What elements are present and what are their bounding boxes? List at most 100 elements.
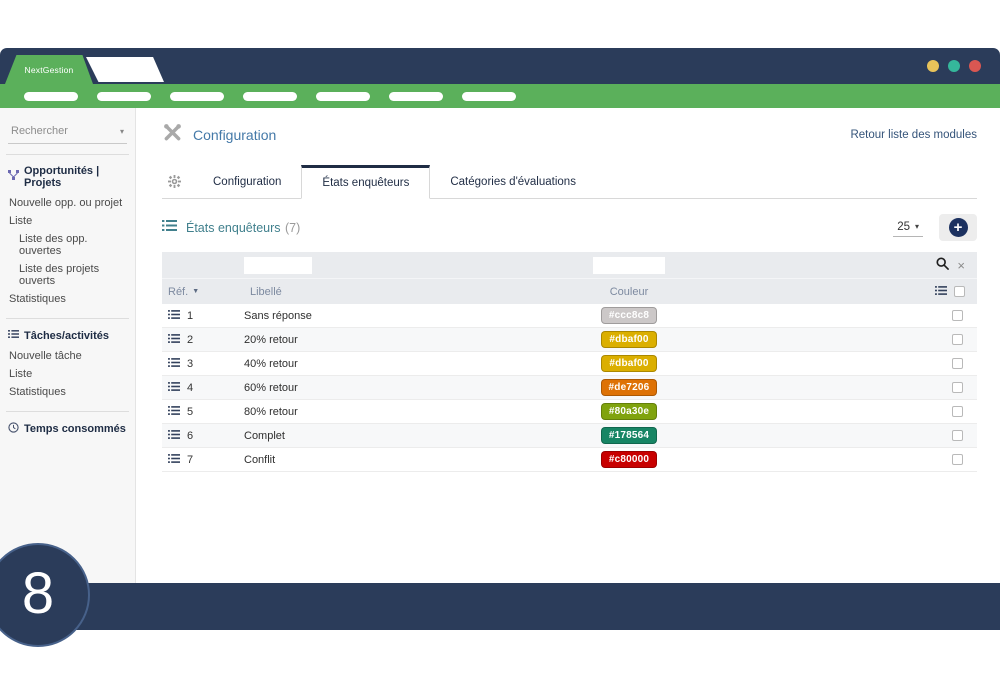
window-controls	[927, 60, 981, 72]
main-panel: Configuration Retour liste des modules C…	[136, 108, 1000, 583]
filter-couleur-input[interactable]	[593, 257, 665, 274]
row-handle-icon[interactable]	[168, 453, 180, 467]
row-checkbox[interactable]	[952, 358, 963, 369]
row-handle-icon[interactable]	[168, 333, 180, 347]
page-size-select[interactable]: 25 ▾	[893, 219, 923, 237]
row-label: 80% retour	[244, 406, 544, 418]
tab-categories-evaluations[interactable]: Catégories d'évaluations	[430, 165, 596, 198]
sidebar-item-statistiques-taches[interactable]: Statistiques	[8, 383, 127, 401]
menubar-item-pill[interactable]	[243, 92, 297, 101]
plus-icon: +	[949, 218, 968, 237]
app-window: NextGestion Rechercher ▾ Opportunités | …	[0, 48, 1000, 630]
search-icon[interactable]	[936, 257, 949, 273]
row-handle-icon[interactable]	[168, 405, 180, 419]
table-row[interactable]: 2 20% retour #dbaf00	[162, 328, 977, 352]
gear-icon[interactable]	[162, 165, 193, 198]
sidebar-search-placeholder: Rechercher	[11, 125, 68, 137]
sidebar-search-select[interactable]: Rechercher ▾	[8, 122, 127, 144]
sidebar-item-statistiques-opp[interactable]: Statistiques	[8, 290, 127, 308]
list-icon	[162, 219, 177, 237]
menubar-item-pill[interactable]	[389, 92, 443, 101]
table-row[interactable]: 6 Complet #178564	[162, 424, 977, 448]
sidebar-section-title[interactable]: Tâches/activités	[24, 330, 109, 342]
divider	[6, 318, 129, 319]
table-row[interactable]: 1 Sans réponse #ccc8c8	[162, 304, 977, 328]
row-checkbox[interactable]	[952, 406, 963, 417]
menubar-item-pill[interactable]	[97, 92, 151, 101]
row-color-badge: #de7206	[601, 379, 658, 396]
divider	[6, 154, 129, 155]
row-color-badge: #dbaf00	[601, 355, 656, 372]
row-checkbox[interactable]	[952, 310, 963, 321]
chevron-down-icon: ▾	[120, 127, 124, 136]
sort-desc-icon: ▼	[192, 288, 199, 295]
table-row[interactable]: 3 40% retour #dbaf00	[162, 352, 977, 376]
sidebar-item-liste-projets-ouverts[interactable]: Liste des projets ouverts	[8, 260, 127, 290]
column-header-couleur[interactable]: Couleur	[544, 286, 714, 298]
row-ref: 7	[187, 454, 193, 466]
row-label: Sans réponse	[244, 310, 544, 322]
filter-libelle-input[interactable]	[244, 257, 312, 274]
table-body: 1 Sans réponse #ccc8c8 2 20% retour #dba…	[162, 304, 977, 472]
row-label: Conflit	[244, 454, 544, 466]
table-header-row: Réf. ▼ Libellé Couleur	[162, 279, 977, 304]
list-title-wrap: États enquêteurs (7)	[162, 219, 300, 237]
menubar-item-pill[interactable]	[24, 92, 78, 101]
list-count: (7)	[285, 221, 300, 235]
sidebar-item-liste-taches[interactable]: Liste	[8, 365, 127, 383]
row-ref: 6	[187, 430, 193, 442]
sidebar-item-liste-opp-ouvertes[interactable]: Liste des opp. ouvertes	[8, 230, 127, 260]
window-control-dot[interactable]	[948, 60, 960, 72]
list-actions: 25 ▾ +	[893, 214, 977, 241]
screenshot-canvas: NextGestion Rechercher ▾ Opportunités | …	[0, 0, 1000, 679]
divider	[6, 411, 129, 412]
main-menubar	[0, 84, 1000, 108]
row-handle-icon[interactable]	[168, 429, 180, 443]
sidebar-item-nouvelle-tache[interactable]: Nouvelle tâche	[8, 347, 127, 365]
chevron-down-icon: ▾	[915, 222, 919, 231]
row-checkbox[interactable]	[952, 430, 963, 441]
table-row[interactable]: 5 80% retour #80a30e	[162, 400, 977, 424]
sidebar-item-nouvelle-opp[interactable]: Nouvelle opp. ou projet	[8, 194, 127, 212]
table-row[interactable]: 7 Conflit #c80000	[162, 448, 977, 472]
table-filter-row: ×	[162, 252, 977, 279]
window-control-dot[interactable]	[927, 60, 939, 72]
clear-filter-icon[interactable]: ×	[957, 259, 965, 272]
row-color-badge: #80a30e	[601, 403, 657, 420]
row-checkbox[interactable]	[952, 382, 963, 393]
row-checkbox[interactable]	[952, 334, 963, 345]
page-size-value: 25	[897, 221, 910, 233]
tab-configuration[interactable]: Configuration	[193, 165, 301, 198]
row-color-badge: #dbaf00	[601, 331, 656, 348]
tab-etats-enqueteurs[interactable]: États enquêteurs	[301, 165, 430, 199]
row-color-badge: #c80000	[601, 451, 657, 468]
content-area: Rechercher ▾ Opportunités | Projets Nouv…	[0, 108, 1000, 583]
page-header: Configuration Retour liste des modules	[162, 122, 977, 148]
column-header-ref[interactable]: Réf. ▼	[162, 286, 244, 298]
back-to-modules-link[interactable]: Retour liste des modules	[850, 129, 977, 141]
task-list-icon	[8, 329, 19, 342]
table-row[interactable]: 4 60% retour #de7206	[162, 376, 977, 400]
add-record-button[interactable]: +	[939, 214, 977, 241]
sidebar-section-taches: Tâches/activités	[8, 329, 127, 342]
sidebar-section-title[interactable]: Opportunités | Projets	[24, 165, 127, 189]
select-all-checkbox[interactable]	[954, 286, 965, 297]
sidebar-section-title[interactable]: Temps consommés	[24, 423, 126, 435]
list-view-icon[interactable]	[935, 285, 947, 299]
row-handle-icon[interactable]	[168, 309, 180, 323]
menubar-item-pill[interactable]	[170, 92, 224, 101]
row-ref: 3	[187, 358, 193, 370]
menubar-item-pill[interactable]	[316, 92, 370, 101]
sidebar-item-liste-opp[interactable]: Liste	[8, 212, 127, 230]
window-control-dot[interactable]	[969, 60, 981, 72]
row-handle-icon[interactable]	[168, 357, 180, 371]
row-handle-icon[interactable]	[168, 381, 180, 395]
sidebar-section-opportunites: Opportunités | Projets	[8, 165, 127, 189]
menubar-item-pill[interactable]	[462, 92, 516, 101]
column-header-libelle[interactable]: Libellé	[244, 286, 544, 298]
hierarchy-icon	[8, 170, 19, 184]
row-checkbox[interactable]	[952, 454, 963, 465]
records-table: × Réf. ▼ Libellé Couleur	[162, 252, 977, 472]
sidebar-section-temps: Temps consommés	[8, 422, 127, 436]
row-color-badge: #ccc8c8	[601, 307, 657, 324]
